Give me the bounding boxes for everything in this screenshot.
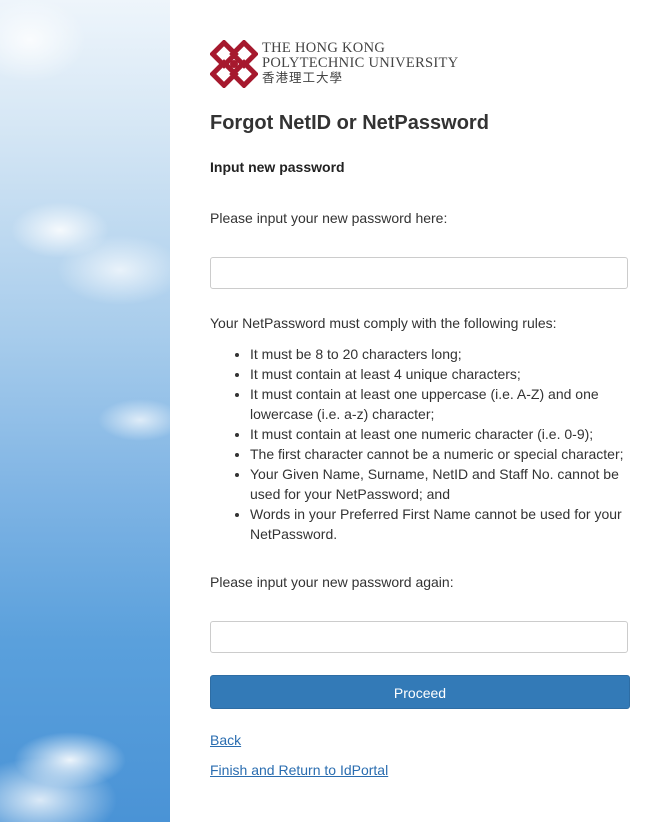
sky-background-image [0, 0, 170, 822]
rule-item: It must contain at least one uppercase (… [250, 384, 630, 424]
rule-item: Words in your Preferred First Name canno… [250, 504, 630, 544]
rule-item: It must be 8 to 20 characters long; [250, 344, 630, 364]
back-link[interactable]: Back [210, 732, 241, 748]
logo-line-3: 香港理工大學 [262, 71, 344, 85]
logo-line-1: THE HONG KONG [262, 40, 386, 56]
password-rules-list: It must be 8 to 20 characters long; It m… [210, 344, 630, 544]
rule-item: Your Given Name, Surname, NetID and Staf… [250, 464, 630, 504]
logo-line-2: POLYTECHNIC UNIVERSITY [262, 55, 459, 71]
section-title: Input new password [210, 159, 345, 175]
finish-return-link[interactable]: Finish and Return to IdPortal [210, 762, 388, 778]
proceed-button[interactable]: Proceed [210, 675, 630, 709]
page-title: Forgot NetID or NetPassword [210, 112, 489, 134]
polyu-logo: THE HONG KONG POLYTECHNIC UNIVERSITY 香港理… [210, 38, 470, 88]
new-password-prompt: Please input your new password here: [210, 210, 448, 226]
confirm-password-input[interactable] [210, 621, 628, 653]
rule-item: The first character cannot be a numeric … [250, 444, 630, 464]
rules-intro: Your NetPassword must comply with the fo… [210, 315, 557, 331]
rule-item: It must contain at least one numeric cha… [250, 424, 630, 444]
new-password-input[interactable] [210, 257, 628, 289]
form-panel: THE HONG KONG POLYTECHNIC UNIVERSITY 香港理… [170, 0, 666, 822]
confirm-password-prompt: Please input your new password again: [210, 574, 454, 590]
polyu-logo-mark-icon [210, 40, 258, 88]
logo-text: THE HONG KONG POLYTECHNIC UNIVERSITY 香港理… [262, 41, 458, 86]
rule-item: It must contain at least 4 unique charac… [250, 364, 630, 384]
